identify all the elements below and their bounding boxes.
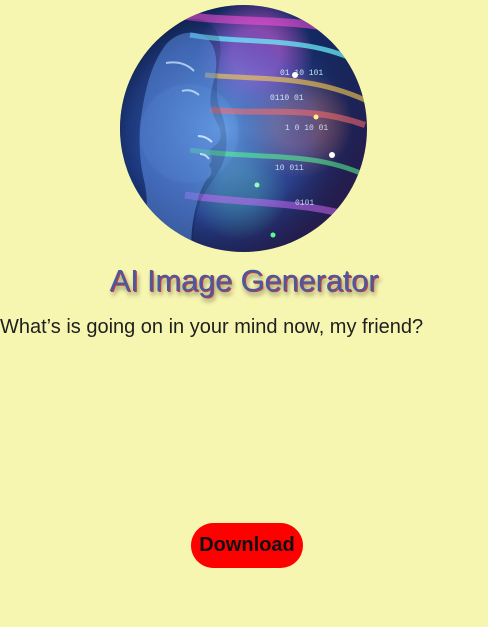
svg-text:01 10 101: 01 10 101 bbox=[280, 69, 323, 78]
page-title: AI Image Generator bbox=[109, 263, 379, 298]
prompt-text: What’s is going on in your mind now, my … bbox=[0, 316, 424, 338]
svg-text:0101: 0101 bbox=[295, 199, 314, 208]
download-button[interactable]: Download bbox=[191, 523, 303, 568]
svg-text:0110 01: 0110 01 bbox=[270, 94, 304, 103]
svg-text:10 011: 10 011 bbox=[275, 164, 304, 173]
hero-image: 01 10 101 0110 01 1 0 10 01 10 011 0101 bbox=[120, 5, 367, 252]
svg-text:1 0 10 01: 1 0 10 01 bbox=[285, 124, 328, 133]
